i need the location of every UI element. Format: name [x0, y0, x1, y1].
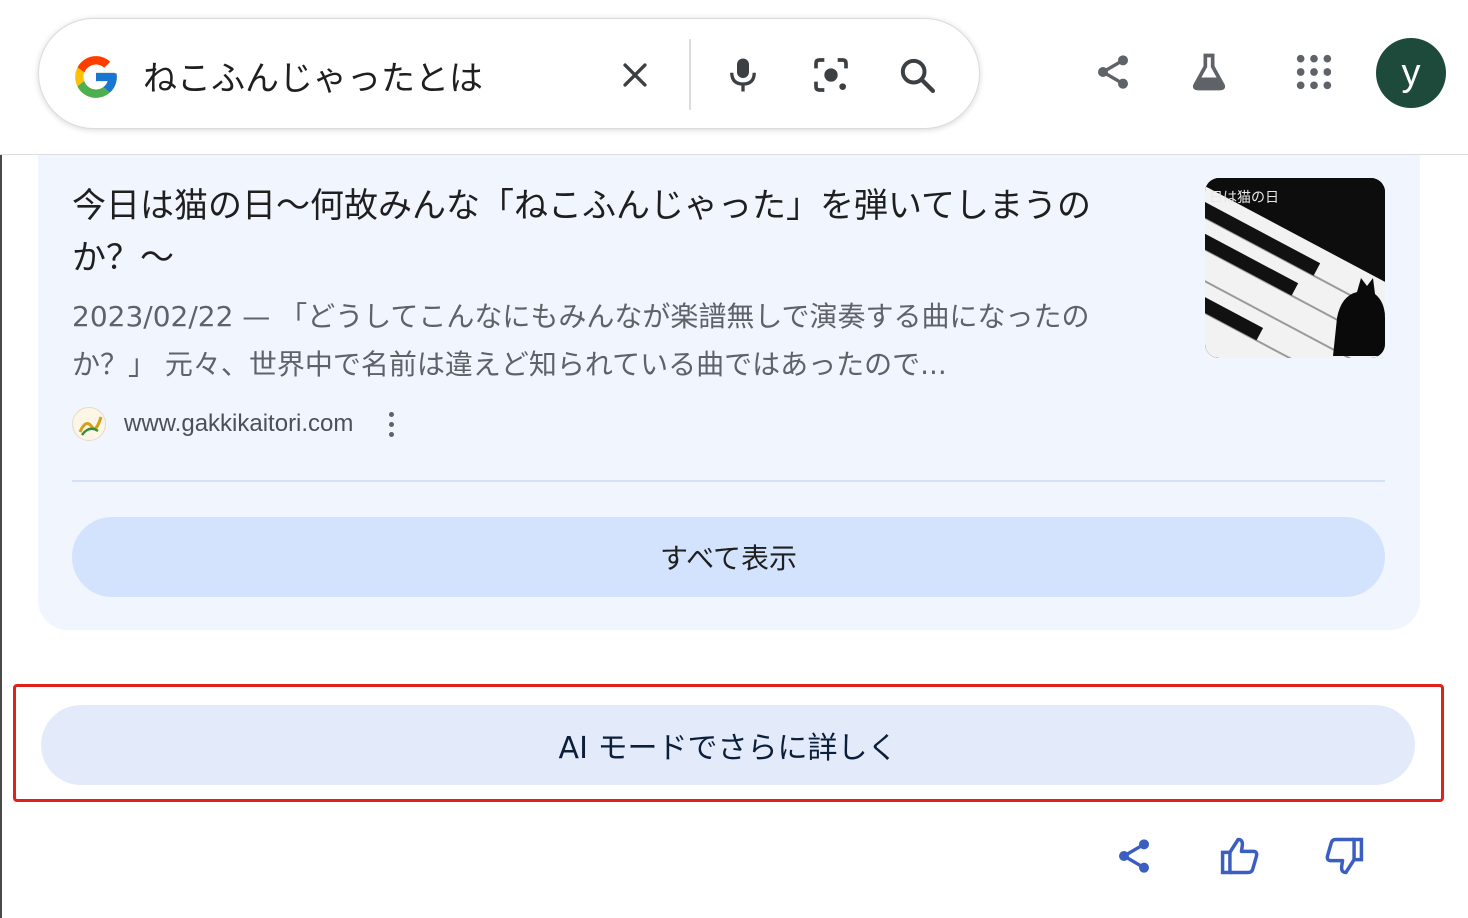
- site-favicon-icon: [72, 407, 106, 441]
- thumbs-down-icon[interactable]: [1314, 826, 1374, 886]
- snippet-separator: —: [233, 300, 280, 333]
- source-url-link[interactable]: www.gakkikaitori.com: [124, 410, 353, 438]
- result-source: www.gakkikaitori.com: [72, 404, 401, 444]
- page: 今日は猫の日〜何故みんな「ねこふんじゃった」を弾いてしまうのか？〜 日は猫の日: [0, 0, 1468, 918]
- thumbnail-caption: 日は猫の日: [1209, 190, 1279, 206]
- clear-icon[interactable]: [607, 47, 663, 103]
- apps-grid-icon[interactable]: [1284, 42, 1344, 102]
- microphone-icon[interactable]: [715, 47, 771, 103]
- account-avatar[interactable]: y: [1376, 38, 1446, 108]
- thumbs-up-icon[interactable]: [1210, 826, 1270, 886]
- share-feedback-icon[interactable]: [1104, 826, 1164, 886]
- search-header: y: [0, 0, 1468, 155]
- result-card: 今日は猫の日〜何故みんな「ねこふんじゃった」を弾いてしまうのか？〜 日は猫の日: [38, 130, 1420, 630]
- result-thumbnail[interactable]: 日は猫の日: [1205, 178, 1385, 358]
- result-title-link[interactable]: 今日は猫の日〜何故みんな「ねこふんじゃった」を弾いてしまうのか？〜: [72, 180, 1152, 284]
- ai-mode-button[interactable]: AI モードでさらに詳しく: [41, 705, 1415, 785]
- show-all-button[interactable]: すべて表示: [72, 517, 1385, 597]
- search-box: [38, 18, 980, 129]
- piano-cat-image: 日は猫の日: [1205, 178, 1385, 358]
- lens-camera-icon[interactable]: [803, 47, 859, 103]
- google-logo-icon: [75, 56, 117, 98]
- share-icon[interactable]: [1083, 42, 1143, 102]
- search-icon[interactable]: [889, 47, 945, 103]
- more-options-icon[interactable]: [381, 404, 401, 444]
- result-date: 2023/02/22: [72, 300, 234, 333]
- search-input[interactable]: [143, 47, 593, 103]
- result-snippet: 2023/02/22 — 「どうしてこんなにもみんなが楽譜無しで演奏する曲になっ…: [72, 293, 1172, 389]
- searchbox-divider: [689, 39, 691, 110]
- labs-flask-icon[interactable]: [1179, 42, 1239, 102]
- divider: [72, 480, 1385, 482]
